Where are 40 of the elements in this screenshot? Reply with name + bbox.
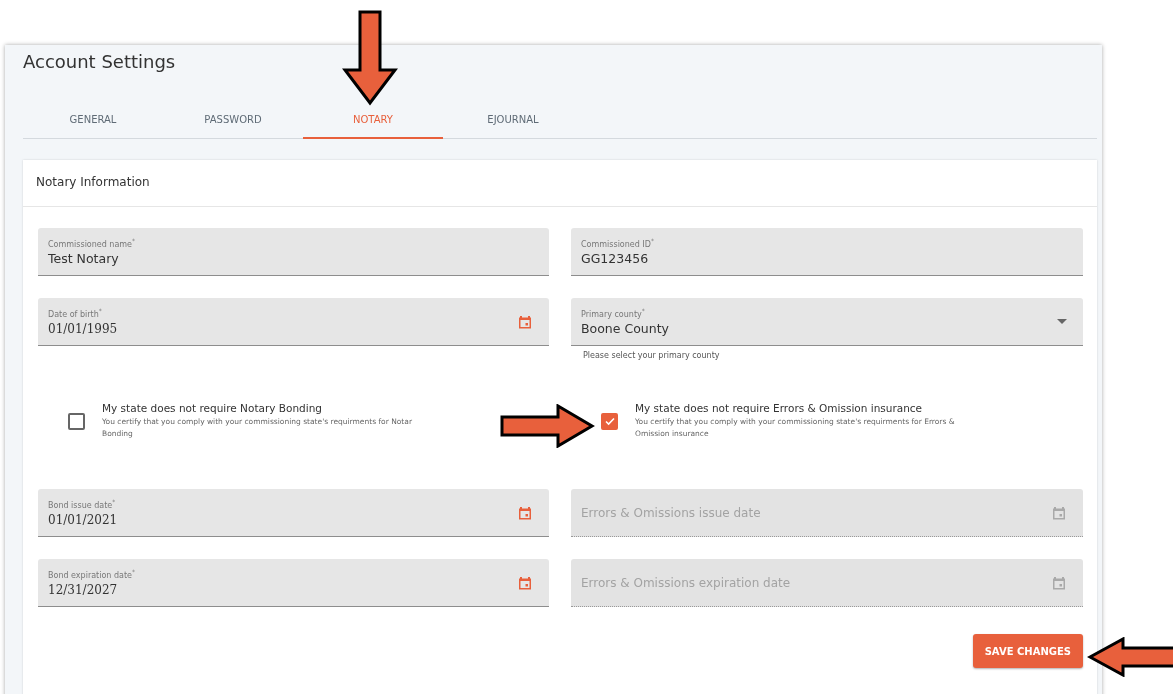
section-title: Notary Information [23,160,1097,207]
field-label: Primary county$^{*}$ [581,306,646,319]
arrow-icon [342,10,398,106]
helper-text: Please select your primary county [583,351,720,361]
tab[interactable]: GENERAL [23,105,163,139]
checkbox-label: My state does not require Notary Bonding [102,402,323,414]
field-value: Boone County [581,321,670,337]
field-value: 01/01/2021 [48,512,119,527]
input-field[interactable]: Date of birth$^{*}$ 01/01/1995 [38,298,549,346]
input-field[interactable]: Bond issue date$^{*}$ 01/01/2021 [38,489,549,537]
field-value: 01/01/1995 [48,321,119,336]
checkbox-label: My state does not require Errors & Omission insurance [635,402,924,414]
field-value: 12/31/2027 [48,582,119,597]
save-button[interactable]: SAVE CHANGES [972,634,1083,668]
calendar-icon[interactable] [517,574,533,591]
dropdown-caret-icon[interactable] [1057,319,1067,324]
checkmark-icon [603,415,616,427]
field-label: Commissioned ID$^{*}$ [581,236,655,249]
checkbox[interactable] [601,412,618,430]
tab[interactable]: NOTARY [303,105,443,139]
calendar-icon[interactable] [517,504,533,521]
checkbox[interactable] [68,412,85,430]
calendar-icon[interactable] [517,313,533,330]
field-label: Bond issue date$^{*}$ [48,498,117,510]
page-title: Account Settings [23,51,177,73]
input-field[interactable]: Bond expiration date$^{*}$ 12/31/2027 [38,559,549,607]
input-field[interactable]: Commissioned ID$^{*}$ GG123456 [571,228,1083,276]
arrow-icon [500,404,596,448]
input-field[interactable]: Commissioned name$^{*}$ Test Notary [38,228,549,276]
field-placeholder: Errors & Omissions issue date [581,505,762,520]
tab[interactable]: EJOURNAL [443,105,583,139]
field-placeholder: Errors & Omissions expiration date [581,575,792,590]
arrow-icon [1087,637,1173,677]
tab[interactable]: PASSWORD [163,105,303,139]
field-value: Test Notary [48,251,120,267]
field-value: GG123456 [581,251,650,267]
field-label: Commissioned name$^{*}$ [48,236,137,249]
field-label: Bond expiration date$^{*}$ [48,568,136,580]
input-field[interactable]: Primary county$^{*}$ Boone County [571,298,1083,346]
field-label: Date of birth$^{*}$ [48,307,103,319]
